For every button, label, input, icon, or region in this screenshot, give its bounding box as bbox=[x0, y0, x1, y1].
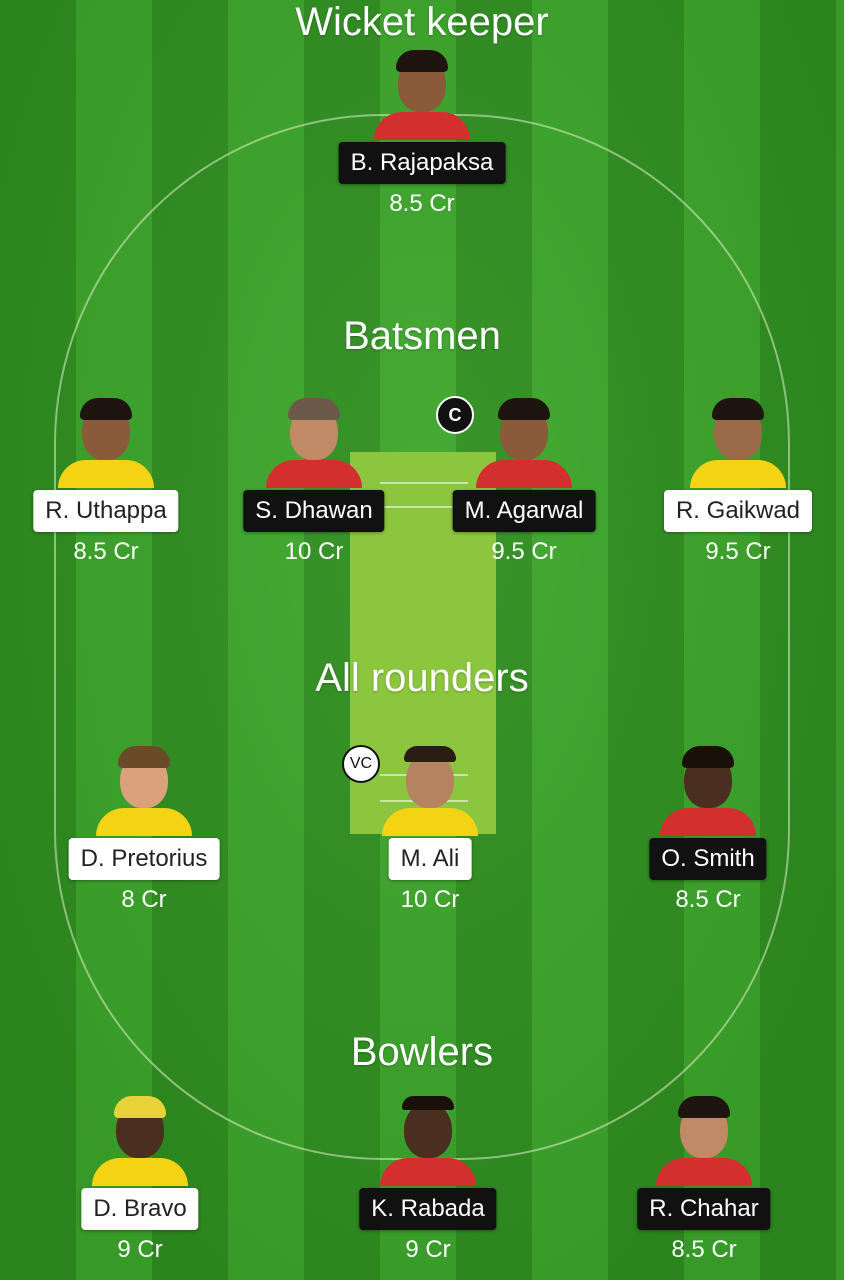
player-avatar bbox=[374, 50, 470, 140]
player-avatar bbox=[690, 398, 786, 488]
player-name: R. Uthappa bbox=[33, 490, 179, 532]
player-card-bravo[interactable]: D. Bravo 9 Cr bbox=[40, 1096, 240, 1280]
player-card-rajapaksa[interactable]: B. Rajapaksa 8.5 Cr bbox=[322, 50, 522, 240]
player-card-uthappa[interactable]: R. Uthappa 8.5 Cr bbox=[6, 398, 206, 588]
player-name: M. Ali bbox=[388, 838, 472, 880]
player-avatar bbox=[96, 746, 192, 836]
player-name: D. Pretorius bbox=[68, 838, 220, 880]
player-card-gaikwad[interactable]: R. Gaikwad 9.5 Cr bbox=[638, 398, 838, 588]
player-price: 8 Cr bbox=[121, 886, 167, 913]
player-card-agarwal[interactable]: M. Agarwal 9.5 Cr bbox=[424, 398, 624, 588]
player-price: 8.5 Cr bbox=[73, 538, 139, 565]
player-card-ali[interactable]: M. Ali 10 Cr bbox=[330, 746, 530, 936]
player-name: R. Chahar bbox=[637, 1188, 771, 1230]
player-avatar bbox=[656, 1096, 752, 1186]
player-card-smith[interactable]: O. Smith 8.5 Cr bbox=[608, 746, 808, 936]
player-card-pretorius[interactable]: D. Pretorius 8 Cr bbox=[44, 746, 244, 936]
player-name: R. Gaikwad bbox=[663, 490, 813, 532]
section-title-all-rounders: All rounders bbox=[315, 656, 529, 700]
player-name: S. Dhawan bbox=[243, 490, 385, 532]
player-price: 9 Cr bbox=[405, 1236, 451, 1263]
player-price: 8.5 Cr bbox=[671, 1236, 737, 1263]
player-avatar bbox=[380, 1096, 476, 1186]
player-price: 10 Cr bbox=[284, 538, 344, 565]
player-price: 9.5 Cr bbox=[491, 538, 557, 565]
player-name: O. Smith bbox=[649, 838, 767, 880]
player-price: 8.5 Cr bbox=[389, 190, 455, 217]
player-price: 9 Cr bbox=[117, 1236, 163, 1263]
player-avatar bbox=[266, 398, 362, 488]
cricket-field: Wicket keeper Batsmen All rounders Bowle… bbox=[0, 0, 844, 1280]
player-price: 10 Cr bbox=[400, 886, 460, 913]
section-title-bowlers: Bowlers bbox=[350, 1030, 494, 1074]
player-name: K. Rabada bbox=[359, 1188, 497, 1230]
player-name: D. Bravo bbox=[81, 1188, 199, 1230]
player-card-chahar[interactable]: R. Chahar 8.5 Cr bbox=[604, 1096, 804, 1280]
section-title-wicket-keeper: Wicket keeper bbox=[295, 0, 549, 44]
player-card-dhawan[interactable]: S. Dhawan 10 Cr bbox=[214, 398, 414, 588]
player-avatar bbox=[382, 746, 478, 836]
player-name: B. Rajapaksa bbox=[338, 142, 506, 184]
player-avatar bbox=[660, 746, 756, 836]
player-name: M. Agarwal bbox=[452, 490, 596, 532]
player-avatar bbox=[58, 398, 154, 488]
player-price: 8.5 Cr bbox=[675, 886, 741, 913]
player-avatar bbox=[476, 398, 572, 488]
player-avatar bbox=[92, 1096, 188, 1186]
player-price: 9.5 Cr bbox=[705, 538, 771, 565]
section-title-batsmen: Batsmen bbox=[343, 314, 501, 358]
player-card-rabada[interactable]: K. Rabada 9 Cr bbox=[328, 1096, 528, 1280]
